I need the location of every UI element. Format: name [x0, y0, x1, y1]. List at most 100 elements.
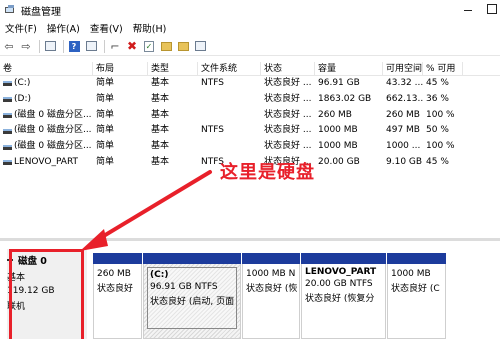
- minimize-button[interactable]: [460, 2, 476, 16]
- maximize-button[interactable]: [484, 2, 500, 16]
- filesystem-cell: [198, 92, 261, 108]
- partition-bar: [143, 253, 241, 264]
- new-folder-icon[interactable]: [159, 39, 173, 53]
- list-view-icon[interactable]: [43, 39, 57, 53]
- volume-name: (C:): [14, 78, 31, 88]
- percent-free-cell: 45 %: [426, 78, 449, 88]
- annotation-label: 这里是硬盘: [220, 162, 315, 183]
- table-row[interactable]: (磁盘 0 磁盘分区... 简单 基本 NTFS 状态良好 ... 1000 M…: [0, 123, 500, 139]
- partition-status: 状态良好 (C: [391, 284, 440, 294]
- window-title: 磁盘管理: [21, 6, 61, 18]
- table-row[interactable]: (D:) 简单 基本 状态良好 ... 1863.02 GB 662.13...…: [0, 92, 500, 108]
- partition-size: 1000 MB: [391, 269, 431, 279]
- type-cell: 基本: [151, 141, 170, 152]
- partition-bar: [301, 253, 386, 264]
- partition-bar: [93, 253, 142, 264]
- partition-block[interactable]: LENOVO_PART 20.00 GB NTFS 状态良好 (恢复分: [300, 253, 386, 339]
- table-row[interactable]: (磁盘 0 磁盘分区... 简单 基本 状态良好 ... 260 MB 260 …: [0, 108, 500, 124]
- column-percent-free[interactable]: % 可用: [423, 62, 463, 75]
- explore-icon[interactable]: [176, 39, 190, 53]
- menu-bar: 文件(F) 操作(A) 查看(V) 帮助(H): [0, 20, 500, 36]
- status-cell: 状态良好 ...: [264, 109, 312, 120]
- toolbar-separator: [63, 39, 64, 53]
- layout-cell: 简单: [96, 78, 115, 88]
- connect-icon[interactable]: ⌐: [108, 39, 122, 53]
- partition-size: 260 MB: [97, 269, 131, 279]
- disk-management-icon: [5, 5, 16, 15]
- volume-name: (磁盘 0 磁盘分区...: [14, 141, 92, 152]
- console-icon[interactable]: [84, 39, 98, 53]
- column-volume[interactable]: 卷: [0, 62, 93, 75]
- partition-status: 状态良好 (恢: [246, 284, 298, 294]
- status-cell: 状态良好 ...: [264, 141, 312, 152]
- percent-free-cell: 45 %: [426, 156, 449, 167]
- toolbar: ⇦ ⇨ ? ⌐ ✖ ✓: [0, 37, 500, 56]
- capacity-cell: 1000 MB: [318, 141, 358, 152]
- status-cell: 状态良好 ...: [264, 125, 312, 136]
- filesystem-cell: NTFS: [201, 125, 224, 136]
- forward-arrow-icon[interactable]: ⇨: [19, 39, 33, 53]
- free-space-cell: 43.32 ...: [386, 78, 423, 88]
- column-type[interactable]: 类型: [148, 62, 198, 75]
- menu-view[interactable]: 查看(V): [85, 21, 128, 35]
- type-cell: 基本: [151, 78, 170, 88]
- partition-status: 状态良好: [97, 284, 134, 294]
- volume-list-header: 卷 布局 类型 文件系统 状态 容量 可用空间 % 可用: [0, 62, 500, 76]
- capacity-cell: 96.91 GB: [318, 78, 360, 88]
- status-cell: 状态良好 ...: [264, 78, 312, 88]
- toolbar-separator: [104, 39, 105, 53]
- partition-bar: [387, 253, 446, 264]
- layout-cell: 简单: [96, 109, 115, 120]
- type-cell: 基本: [151, 125, 170, 136]
- column-capacity[interactable]: 容量: [315, 62, 383, 75]
- menu-help[interactable]: 帮助(H): [128, 21, 172, 35]
- partition-block[interactable]: (C:) 96.91 GB NTFS 状态良好 (启动, 页面: [142, 253, 241, 339]
- volume-icon: [3, 128, 12, 134]
- table-row[interactable]: (C:) 简单 基本 NTFS 状态良好 ... 96.91 GB 43.32 …: [0, 76, 500, 92]
- menu-file[interactable]: 文件(F): [0, 21, 42, 35]
- column-free-space[interactable]: 可用空间: [383, 62, 423, 75]
- toolbar-separator: [39, 39, 40, 53]
- capacity-cell: 1863.02 GB: [318, 93, 372, 104]
- volume-icon: [3, 144, 12, 150]
- free-space-cell: 1000 ...: [386, 141, 421, 152]
- free-space-cell: 260 MB: [386, 109, 420, 120]
- volume-name: (磁盘 0 磁盘分区...: [14, 125, 92, 136]
- partition-block[interactable]: 260 MB 状态良好: [92, 253, 142, 339]
- volume-icon: [3, 112, 12, 118]
- type-cell: 基本: [151, 156, 170, 167]
- partition-bar: [242, 253, 300, 264]
- capacity-cell: 260 MB: [318, 109, 352, 120]
- partition-block[interactable]: 1000 MB N 状态良好 (恢: [241, 253, 300, 339]
- volume-name: (磁盘 0 磁盘分区...: [14, 109, 92, 120]
- partition-status: 状态良好 (恢复分: [305, 294, 375, 304]
- capacity-cell: 20.00 GB: [318, 156, 360, 167]
- volume-list: 卷 布局 类型 文件系统 状态 容量 可用空间 % 可用 (C:) 简单 基本 …: [0, 62, 500, 171]
- menu-action[interactable]: 操作(A): [42, 21, 85, 35]
- delete-icon[interactable]: ✖: [125, 39, 139, 53]
- percent-free-cell: 36 %: [426, 93, 449, 104]
- title-bar: 磁盘管理: [0, 0, 500, 20]
- layout-cell: 简单: [96, 156, 115, 167]
- volume-name: (D:): [14, 93, 31, 104]
- table-row[interactable]: (磁盘 0 磁盘分区... 简单 基本 状态良好 ... 1000 MB 100…: [0, 139, 500, 155]
- partition-size: 96.91 GB NTFS: [150, 282, 218, 292]
- column-filesystem[interactable]: 文件系统: [198, 62, 261, 75]
- partition-name: (C:): [150, 270, 169, 280]
- capacity-cell: 1000 MB: [318, 125, 358, 136]
- partition-block[interactable]: 1000 MB 状态良好 (C: [386, 253, 446, 339]
- column-status[interactable]: 状态: [261, 62, 315, 75]
- back-arrow-icon[interactable]: ⇦: [2, 39, 16, 53]
- help-icon[interactable]: ?: [67, 39, 81, 53]
- free-space-cell: 497 MB: [386, 125, 420, 136]
- column-layout[interactable]: 布局: [93, 62, 148, 75]
- filesystem-cell: [198, 139, 261, 155]
- partition-size: 1000 MB N: [246, 269, 296, 279]
- selected-partition-frame: (C:) 96.91 GB NTFS 状态良好 (启动, 页面: [147, 267, 237, 329]
- properties-icon[interactable]: [193, 39, 207, 53]
- layout-cell: 简单: [96, 93, 115, 104]
- filesystem-cell: [198, 108, 261, 124]
- volume-name: LENOVO_PART: [14, 156, 79, 167]
- check-icon[interactable]: ✓: [142, 39, 156, 53]
- filesystem-cell: NTFS: [201, 78, 224, 88]
